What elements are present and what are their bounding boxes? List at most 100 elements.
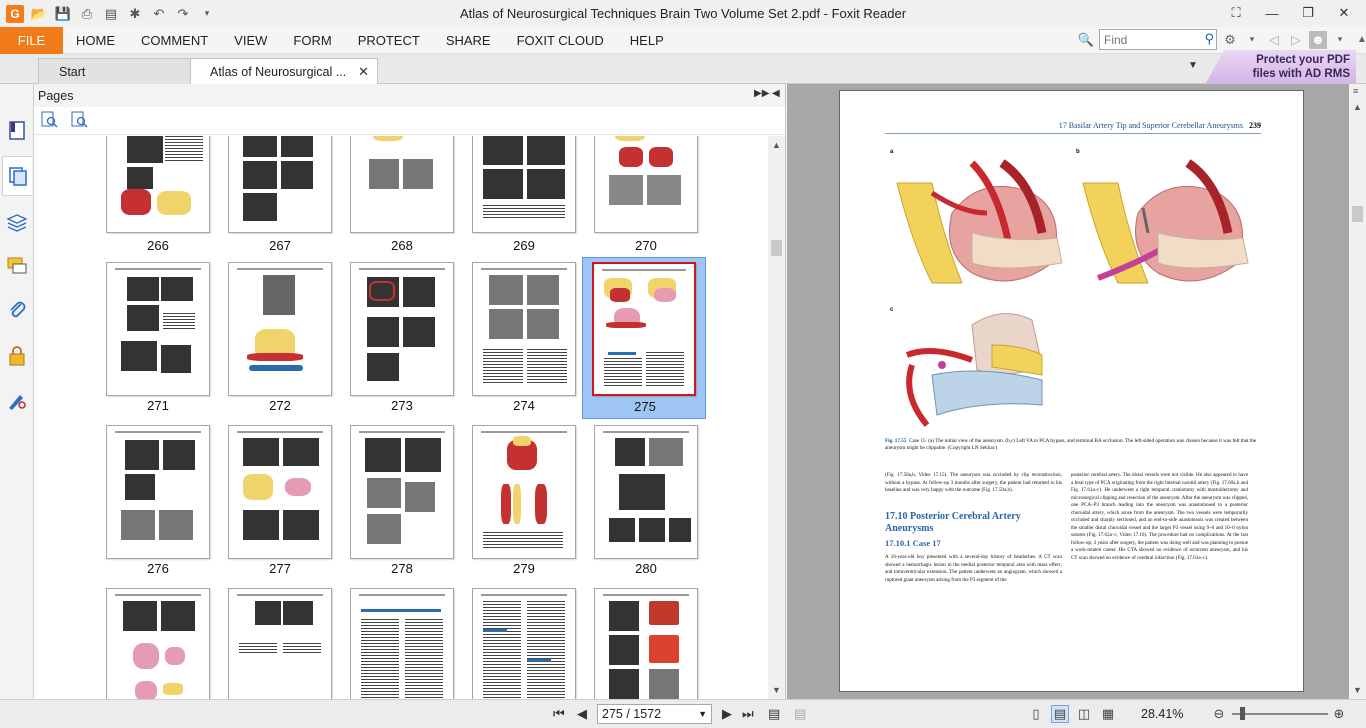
page-thumbnail[interactable] bbox=[219, 586, 341, 699]
page-thumbnail[interactable]: 278 bbox=[341, 423, 463, 583]
menu-share[interactable]: SHARE bbox=[433, 27, 504, 54]
tab-atlas[interactable]: Atlas of Neurosurgical ... ✕ bbox=[190, 58, 378, 84]
reduce-thumbnails-icon[interactable] bbox=[70, 110, 88, 131]
menu-home[interactable]: HOME bbox=[63, 27, 128, 54]
page-number: 278 bbox=[391, 561, 413, 576]
expand-panel-icon[interactable]: ▶▶ bbox=[754, 88, 769, 99]
minimize-button[interactable]: — bbox=[1254, 2, 1290, 24]
next-view-icon[interactable]: ▤ bbox=[794, 706, 806, 722]
zoom-level[interactable]: 28.41% bbox=[1141, 707, 1183, 721]
undo-icon[interactable]: ↶ bbox=[150, 5, 168, 23]
print-icon[interactable]: ⎙ bbox=[78, 5, 96, 23]
chevron-down-icon[interactable]: ▾ bbox=[1243, 31, 1261, 49]
single-page-view-icon[interactable]: ▯ bbox=[1027, 705, 1045, 723]
menu-view[interactable]: VIEW bbox=[221, 27, 280, 54]
forward-icon[interactable]: ▷ bbox=[1287, 31, 1305, 49]
continuous-facing-view-icon[interactable]: ▦ bbox=[1099, 705, 1117, 723]
page-number-field[interactable]: 275 / 1572 ▼ bbox=[597, 704, 712, 724]
scroll-down-icon[interactable]: ▼ bbox=[1353, 685, 1362, 695]
caption-label: Fig. 17.55 bbox=[885, 438, 907, 444]
document-scrollbar[interactable]: ≡ ▲ ▼ bbox=[1349, 84, 1366, 699]
thumbnail-scrollbar[interactable]: ▲ ▼ bbox=[768, 136, 785, 699]
comments-icon[interactable] bbox=[5, 254, 29, 278]
page-thumbnail[interactable] bbox=[341, 586, 463, 699]
zoom-in-button[interactable]: ⊕ bbox=[1330, 705, 1348, 723]
tab-start[interactable]: Start bbox=[38, 58, 194, 84]
page-thumbnail[interactable]: 277 bbox=[219, 423, 341, 583]
enlarge-thumbnails-icon[interactable] bbox=[40, 110, 58, 131]
page-thumbnail[interactable]: 273 bbox=[341, 260, 463, 420]
page-thumbnail[interactable]: 279 bbox=[463, 423, 585, 583]
close-tab-icon[interactable]: ✕ bbox=[358, 64, 369, 80]
menu-protect[interactable]: PROTECT bbox=[345, 27, 433, 54]
first-page-button[interactable]: ⏮ bbox=[553, 706, 565, 722]
page-dropdown-icon[interactable]: ▼ bbox=[698, 709, 707, 719]
find-box: ⚲ bbox=[1099, 29, 1217, 50]
file-menu[interactable]: FILE bbox=[0, 26, 63, 54]
close-button[interactable]: ✕ bbox=[1326, 2, 1362, 24]
back-icon[interactable]: ◁ bbox=[1265, 31, 1283, 49]
previous-page-button[interactable]: ◀ bbox=[577, 706, 587, 722]
scroll-up-icon[interactable]: ▲ bbox=[772, 140, 781, 150]
page-thumbnail[interactable] bbox=[463, 586, 585, 699]
zoom-out-button[interactable]: ⊖ bbox=[1210, 705, 1228, 723]
header-rule bbox=[885, 133, 1261, 134]
zoom-slider-track[interactable] bbox=[1232, 713, 1328, 715]
page-thumbnail[interactable]: 272 bbox=[219, 260, 341, 420]
scrollbar-thumb[interactable] bbox=[771, 240, 782, 256]
restore-button[interactable]: ❐ bbox=[1290, 2, 1326, 24]
find-input[interactable] bbox=[1099, 29, 1217, 50]
redo-icon[interactable]: ↷ bbox=[174, 5, 192, 23]
find-options-icon[interactable]: 🔍 bbox=[1077, 31, 1095, 49]
attachments-icon[interactable] bbox=[5, 298, 29, 322]
user-avatar-icon[interactable]: ☻ bbox=[1309, 30, 1327, 49]
security-lock-icon[interactable] bbox=[5, 344, 29, 368]
ad-rms-banner[interactable]: Protect your PDF files with AD RMS bbox=[1206, 50, 1356, 83]
page-thumbnail[interactable]: 267 bbox=[219, 136, 341, 278]
save-icon[interactable]: 💾 bbox=[54, 5, 72, 23]
document-view[interactable]: 17 Basilar Artery Tip and Superior Cereb… bbox=[787, 84, 1349, 699]
page-thumbnail-selected[interactable]: 275 bbox=[582, 257, 706, 419]
layers-icon[interactable] bbox=[5, 210, 29, 234]
collapse-ribbon-icon[interactable]: ▲ bbox=[1353, 31, 1366, 49]
settings-gear-icon[interactable]: ⚙ bbox=[1221, 31, 1239, 49]
fullscreen-icon[interactable]: ⛶ bbox=[1218, 2, 1254, 24]
menu-form[interactable]: FORM bbox=[280, 27, 344, 54]
search-icon[interactable]: ⚲ bbox=[1204, 31, 1214, 47]
split-handle-icon[interactable]: ≡ bbox=[1353, 86, 1358, 96]
customize-dropdown-icon[interactable]: ▾ bbox=[198, 5, 216, 23]
bookmarks-icon[interactable] bbox=[5, 118, 29, 142]
scroll-up-icon[interactable]: ▲ bbox=[1353, 102, 1362, 112]
signature-icon[interactable] bbox=[5, 388, 29, 412]
previous-view-icon[interactable]: ▤ bbox=[768, 706, 780, 722]
zoom-slider-handle[interactable] bbox=[1240, 707, 1245, 720]
foxit-logo-icon[interactable]: G bbox=[6, 4, 24, 23]
tab-list-dropdown-icon[interactable]: ▼ bbox=[1188, 60, 1198, 71]
scroll-down-icon[interactable]: ▼ bbox=[772, 685, 781, 695]
facing-view-icon[interactable]: ◫ bbox=[1075, 705, 1093, 723]
scrollbar-thumb[interactable] bbox=[1352, 206, 1363, 222]
page-thumbnail[interactable] bbox=[97, 586, 219, 699]
page-thumbnail[interactable]: 280 bbox=[585, 423, 707, 583]
page-thumbnail[interactable]: 274 bbox=[463, 260, 585, 420]
menu-comment[interactable]: COMMENT bbox=[128, 27, 221, 54]
pages-panel-icon[interactable] bbox=[2, 156, 32, 196]
last-page-button[interactable]: ⏭ bbox=[742, 706, 754, 722]
continuous-view-icon[interactable]: ▤ bbox=[1051, 705, 1069, 723]
new-icon[interactable]: ✱ bbox=[126, 5, 144, 23]
page-thumbnail[interactable]: 268 bbox=[341, 136, 463, 278]
menu-help[interactable]: HELP bbox=[617, 27, 677, 54]
properties-icon[interactable]: ▤ bbox=[102, 5, 120, 23]
page-thumbnail[interactable]: 276 bbox=[97, 423, 219, 583]
page-thumbnail[interactable] bbox=[585, 586, 707, 699]
find-area: 🔍 ⚲ ⚙ ▾ ◁ ▷ ☻ ▾ ▲ bbox=[1077, 29, 1366, 50]
page-thumbnail[interactable]: 271 bbox=[97, 260, 219, 420]
collapse-panel-icon[interactable]: ◀ bbox=[772, 88, 780, 99]
next-page-button[interactable]: ▶ bbox=[722, 706, 732, 722]
menu-foxit-cloud[interactable]: FOXIT CLOUD bbox=[504, 27, 617, 54]
page-thumbnail[interactable]: 266 bbox=[97, 136, 219, 278]
page-number: 273 bbox=[391, 398, 413, 413]
open-icon[interactable]: 📂 bbox=[30, 5, 48, 23]
account-dropdown-icon[interactable]: ▾ bbox=[1331, 31, 1349, 49]
page-thumbnail[interactable]: 269 bbox=[463, 136, 585, 278]
